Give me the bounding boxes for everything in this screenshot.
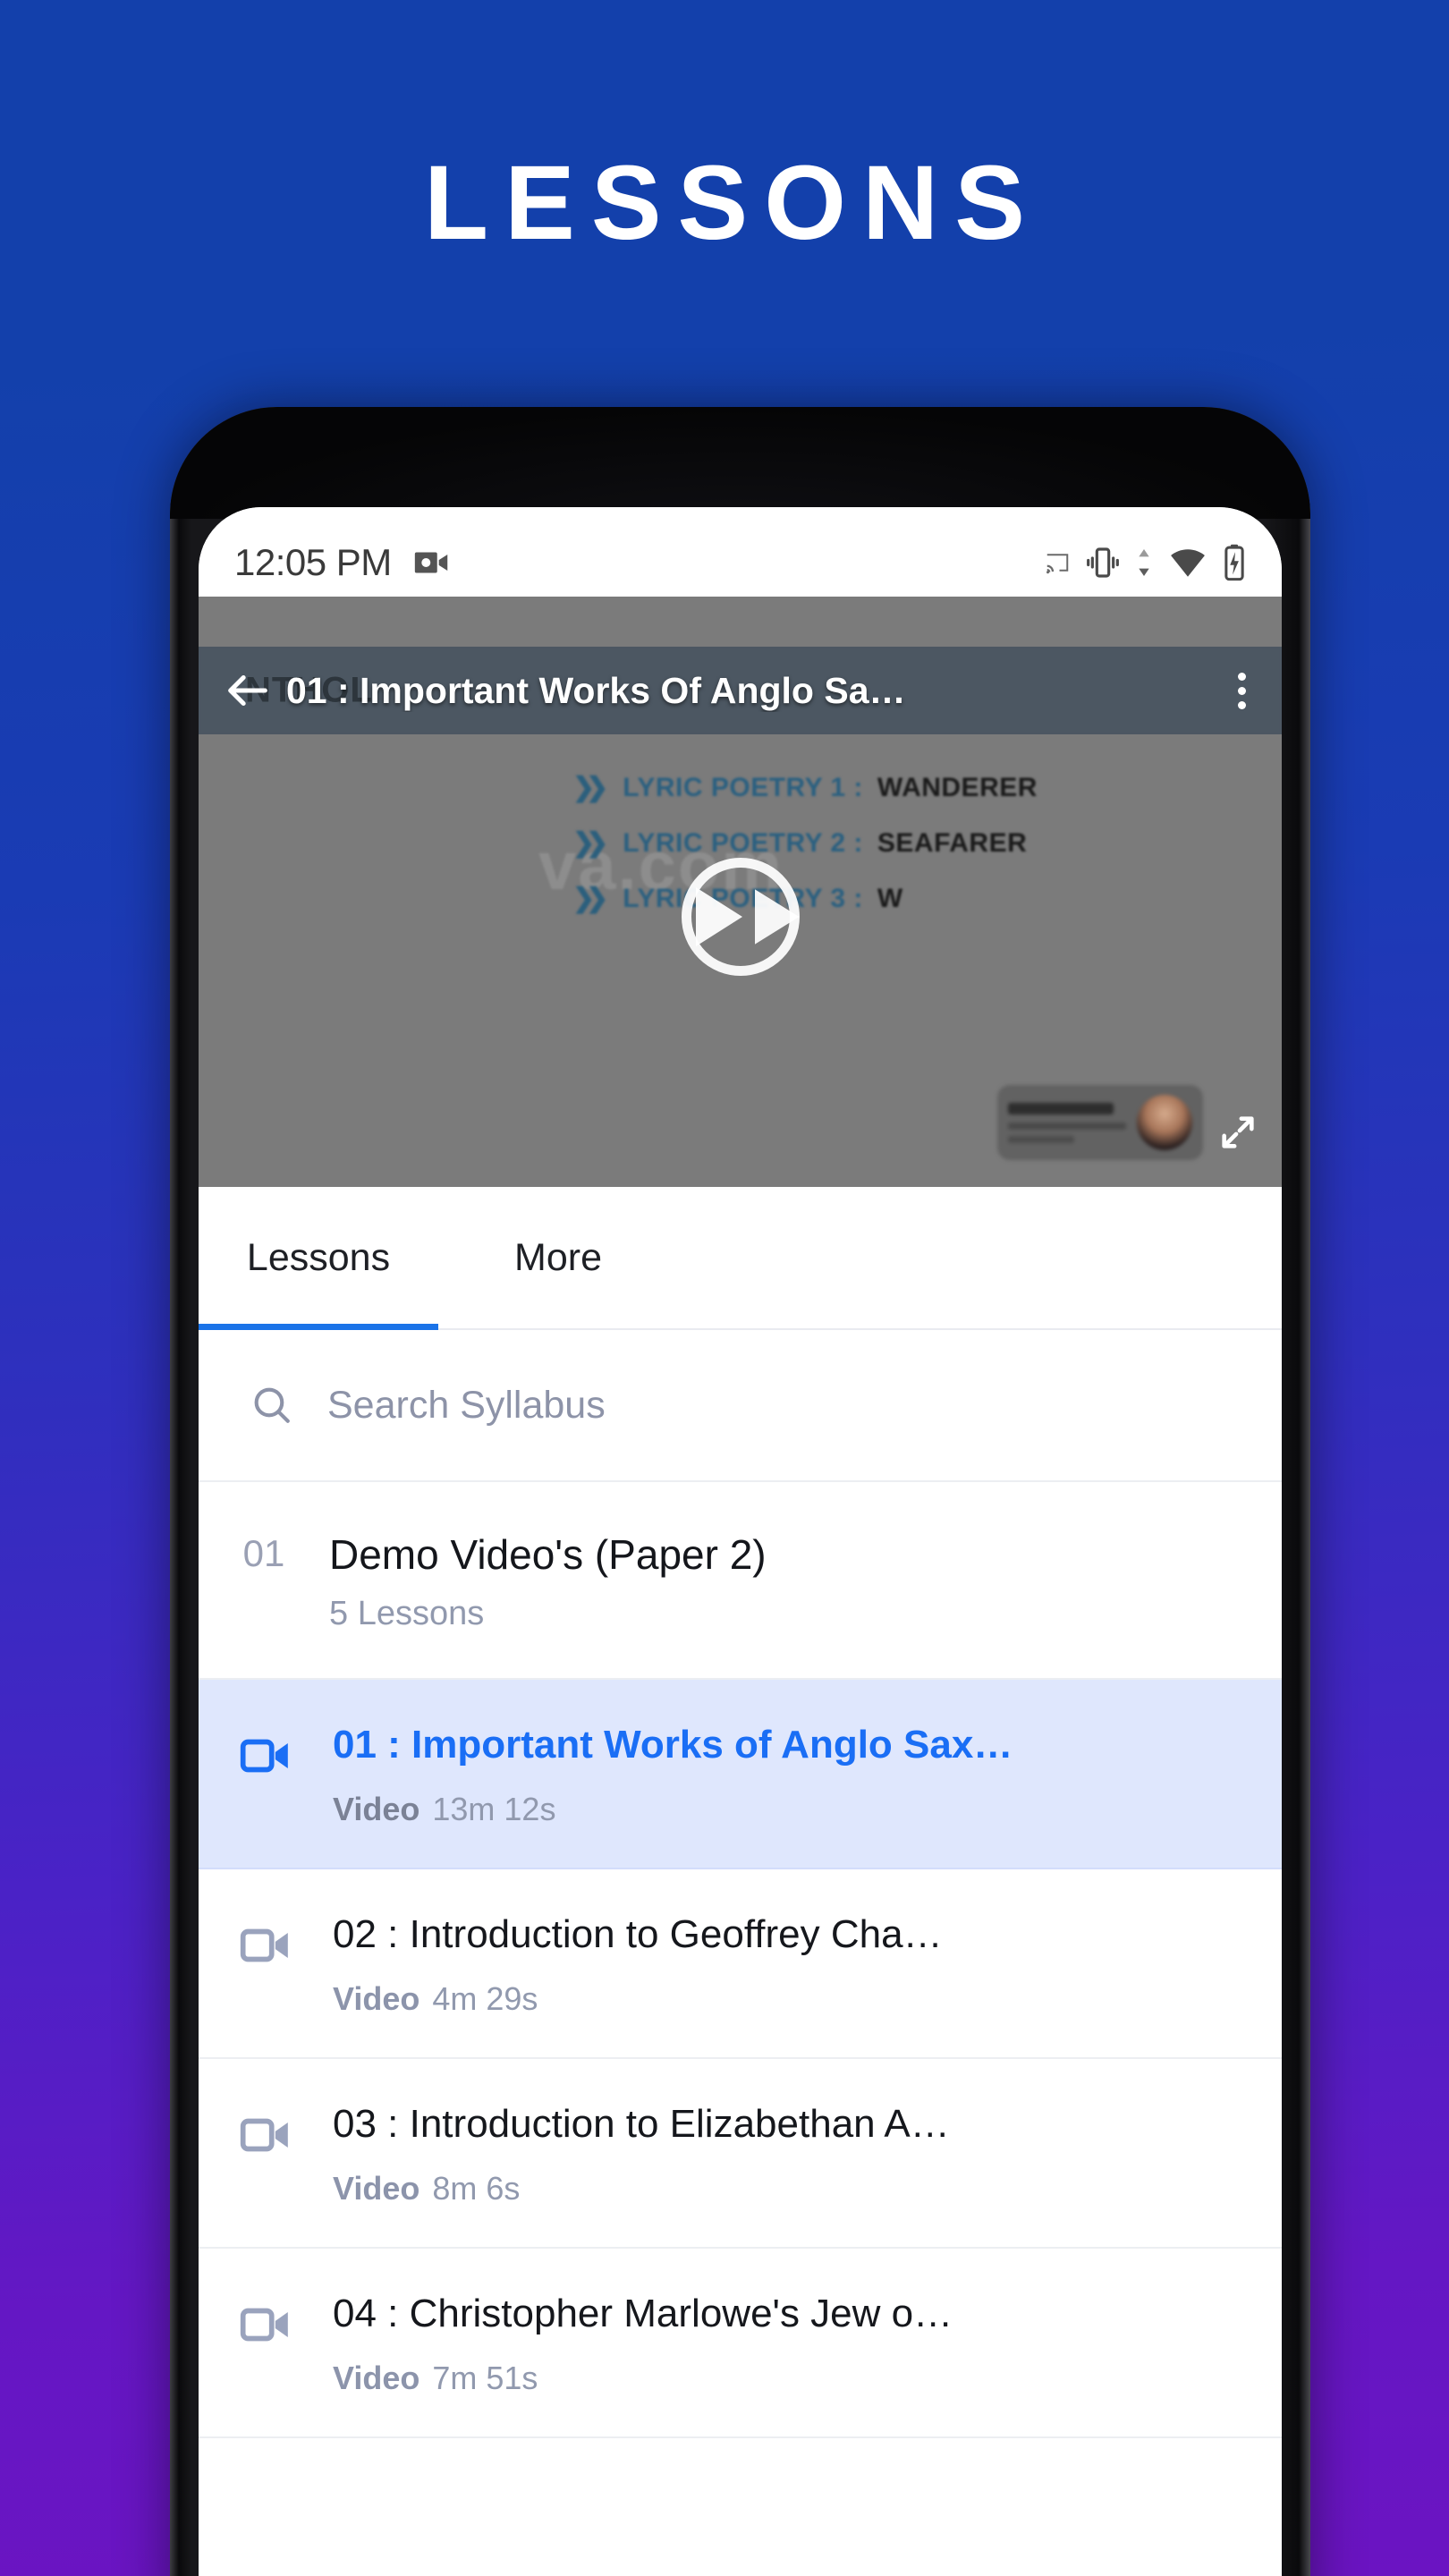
video-camera-icon <box>240 1928 288 1962</box>
section-lesson-count: 5 Lessons <box>329 1595 485 1632</box>
search-input[interactable]: Search Syllabus <box>327 1384 606 1428</box>
lesson-meta: Video 8m 6s <box>333 2170 1246 2207</box>
slide-line: ❯❯ LYRIC POETRY 1 : WANDERER <box>572 772 1038 803</box>
slide-line-label: LYRIC POETRY 2 : <box>623 827 863 858</box>
back-arrow-icon[interactable] <box>222 665 274 716</box>
more-vertical-icon[interactable] <box>1238 672 1258 709</box>
wifi-icon <box>1171 549 1205 577</box>
video-camera-icon <box>240 1739 288 1773</box>
lesson-duration: 4m 29s <box>432 1980 538 2017</box>
status-bar-left-icons <box>411 542 453 583</box>
lesson-type: Video <box>333 2170 420 2207</box>
video-player[interactable]: va.com ❯❯ LYRIC POETRY 1 : WANDERER ❯❯ L… <box>199 597 1282 1187</box>
presenter-card <box>997 1085 1203 1160</box>
tab-lessons-label: Lessons <box>246 1235 391 1279</box>
lesson-icon-wrap <box>199 2292 333 2352</box>
lesson-row-02[interactable]: 02 : Introduction to Geoffrey Cha… Video… <box>199 1869 1282 2059</box>
video-title-bar: NTHOL 01 : Important Works Of Anglo Sa… <box>199 647 1282 734</box>
lesson-meta: Video 7m 51s <box>333 2360 1246 2397</box>
slide-line: ❯❯ LYRIC POETRY 2 : SEAFARER <box>572 827 1027 859</box>
tab-lessons[interactable]: Lessons <box>199 1187 438 1330</box>
video-title: 01 : Important Works Of Anglo Sa… <box>286 669 906 711</box>
lesson-type: Video <box>333 1791 420 1827</box>
video-camera-icon <box>240 2118 288 2152</box>
vibrate-icon <box>1087 547 1119 578</box>
slide-line-label: LYRIC POETRY 1 : <box>623 772 863 802</box>
device-viewport: 12:05 PM va.com ❯❯ LYRIC POETRY 1: WAND… <box>199 507 1282 2576</box>
section-body: Demo Video's (Paper 2) 5 Lessons <box>329 1530 1282 1633</box>
phone-bezel-top <box>170 407 1310 519</box>
lesson-meta: Video 4m 29s <box>333 1980 1246 2018</box>
lesson-title: 03 : Introduction to Elizabethan A… <box>333 2102 950 2146</box>
battery-charging-icon <box>1224 544 1244 581</box>
section-number: 01 <box>242 1532 285 1574</box>
lesson-type: Video <box>333 1980 420 2017</box>
data-transfer-icon <box>1139 549 1149 576</box>
lesson-body: 02 : Introduction to Geoffrey Cha… Video… <box>333 1912 1282 2018</box>
tab-more[interactable]: More <box>438 1187 678 1328</box>
lesson-body: 01 : Important Works of Anglo Sax… Video… <box>333 1723 1282 1828</box>
phone-mockup: 12:05 PM va.com ❯❯ LYRIC POETRY 1: WAND… <box>170 407 1310 2576</box>
fullscreen-expand-icon[interactable] <box>1217 1112 1258 1153</box>
avatar <box>1137 1095 1192 1150</box>
video-recording-icon <box>414 552 448 573</box>
lesson-meta: Video 13m 12s <box>333 1791 1246 1828</box>
tab-bar: Lessons More <box>199 1187 1282 1330</box>
lesson-duration: 13m 12s <box>432 1791 556 1827</box>
chevron-double-right-icon: ❯❯ <box>572 828 608 858</box>
slide-line-value: WANDERER <box>877 772 1038 802</box>
status-bar-clock: 12:05 PM <box>234 541 392 583</box>
play-circle-icon[interactable] <box>681 858 800 976</box>
search-icon <box>254 1387 290 1423</box>
lesson-icon-wrap <box>199 2102 333 2163</box>
lesson-body: 04 : Christopher Marlowe's Jew o… Video 7… <box>333 2292 1282 2397</box>
status-bar-right-icons <box>1044 543 1246 582</box>
lesson-icon-wrap <box>199 1912 333 1973</box>
presenter-info <box>1008 1102 1137 1143</box>
lesson-row-04[interactable]: 04 : Christopher Marlowe's Jew o… Video 7… <box>199 2249 1282 2438</box>
promo-screen: LESSONS 12:05 PM va.com ❯❯ LYRIC POETRY … <box>0 0 1449 2576</box>
chevron-double-right-icon: ❯❯ <box>572 884 608 913</box>
lesson-row-01[interactable]: 01 : Important Works of Anglo Sax… Video… <box>199 1680 1282 1869</box>
lesson-duration: 8m 6s <box>432 2170 521 2207</box>
lesson-icon-wrap <box>199 1723 333 1784</box>
lesson-title: 01 : Important Works of Anglo Sax… <box>333 1723 1013 1767</box>
slide-line-value: SEAFARER <box>877 827 1028 858</box>
lesson-title: 04 : Christopher Marlowe's Jew o… <box>333 2292 953 2335</box>
slide-line-value: W <box>877 883 903 913</box>
page-title: LESSONS <box>424 144 1041 262</box>
section-header[interactable]: 01 Demo Video's (Paper 2) 5 Lessons <box>199 1482 1282 1680</box>
lesson-body: 03 : Introduction to Elizabethan A… Vide… <box>333 2102 1282 2207</box>
lesson-title: 02 : Introduction to Geoffrey Cha… <box>333 1912 943 1956</box>
search-bar[interactable]: Search Syllabus <box>199 1330 1282 1482</box>
cast-icon <box>1046 554 1069 574</box>
video-camera-icon <box>240 2308 288 2342</box>
chevron-double-right-icon: ❯❯ <box>572 773 608 802</box>
lesson-duration: 7m 51s <box>432 2360 538 2396</box>
status-bar: 12:05 PM <box>199 507 1282 597</box>
lesson-type: Video <box>333 2360 420 2396</box>
section-title: Demo Video's (Paper 2) <box>329 1531 767 1578</box>
tab-more-label: More <box>514 1235 602 1279</box>
lesson-row-03[interactable]: 03 : Introduction to Elizabethan A… Vide… <box>199 2059 1282 2249</box>
